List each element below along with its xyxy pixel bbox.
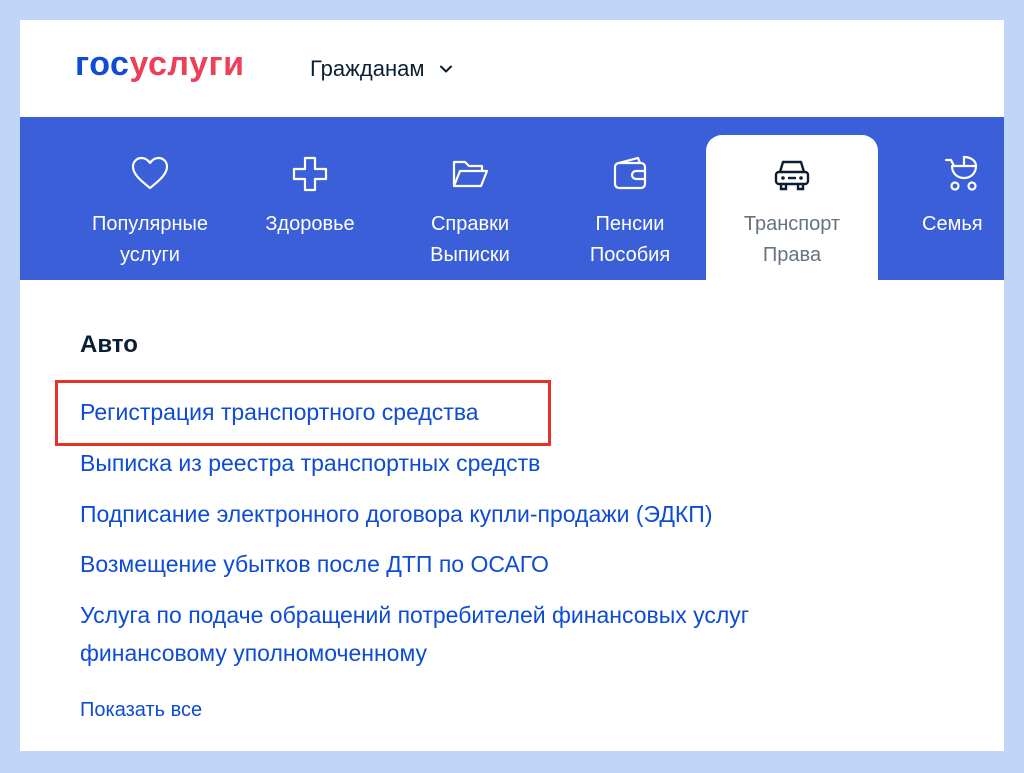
show-all-link[interactable]: Показать все [80,699,202,722]
highlight-box [55,380,551,446]
tab-label: Семья [922,213,983,235]
tab-certificates[interactable]: Справки Выписки [405,117,535,280]
section-title: Авто [80,331,138,358]
tab-transport[interactable]: Транспорт Права [706,135,878,280]
chevron-down-icon [440,65,453,73]
logo-part-gos: гос [75,45,130,83]
citizens-menu-dropdown[interactable]: Гражданам [310,56,454,82]
gosuslugi-logo[interactable]: госуслуги [75,44,245,84]
tab-health[interactable]: Здоровье [245,117,375,280]
tab-pensions[interactable]: Пенсии Пособия [565,117,695,280]
medical-cross-icon [292,156,328,192]
tab-label: Здоровье [265,213,355,235]
tab-label: Справки Выписки [430,213,510,266]
stroller-icon [944,155,978,191]
tab-label: Популярные услуги [91,213,209,266]
folder-icon [452,160,489,188]
site-header: госуслуги Гражданам [20,20,1004,117]
services-section: Авто [80,330,960,360]
service-link-vehicle-registry-extract[interactable]: Выписка из реестра транспортных средств [80,445,540,482]
tab-label: Транспорт Права [743,213,841,266]
service-link-financial-ombudsman[interactable]: Услуга по подаче обращений потребителей … [80,597,749,634]
car-icon [774,160,810,191]
tab-family[interactable]: Семья [900,117,1004,280]
service-link-osago-damages[interactable]: Возмещение убытков после ДТП по ОСАГО [80,546,549,583]
citizens-menu-label: Гражданам [310,56,425,81]
tab-label: Пенсии Пособия [589,213,671,266]
service-link-financial-ombudsman-cont[interactable]: финансовому уполномоченному [80,635,427,672]
category-navbar: Популярные услуги Здоровье Справки Выпис… [20,117,1004,280]
page-frame: госуслуги Гражданам Популярные услуги Зд… [20,20,1004,751]
wallet-icon [613,156,647,190]
heart-icon [131,156,169,190]
service-link-edkp-signing[interactable]: Подписание электронного договора купли-п… [80,496,712,533]
logo-part-uslugi: услуги [129,45,245,83]
tab-popular-services[interactable]: Популярные услуги [80,117,220,280]
